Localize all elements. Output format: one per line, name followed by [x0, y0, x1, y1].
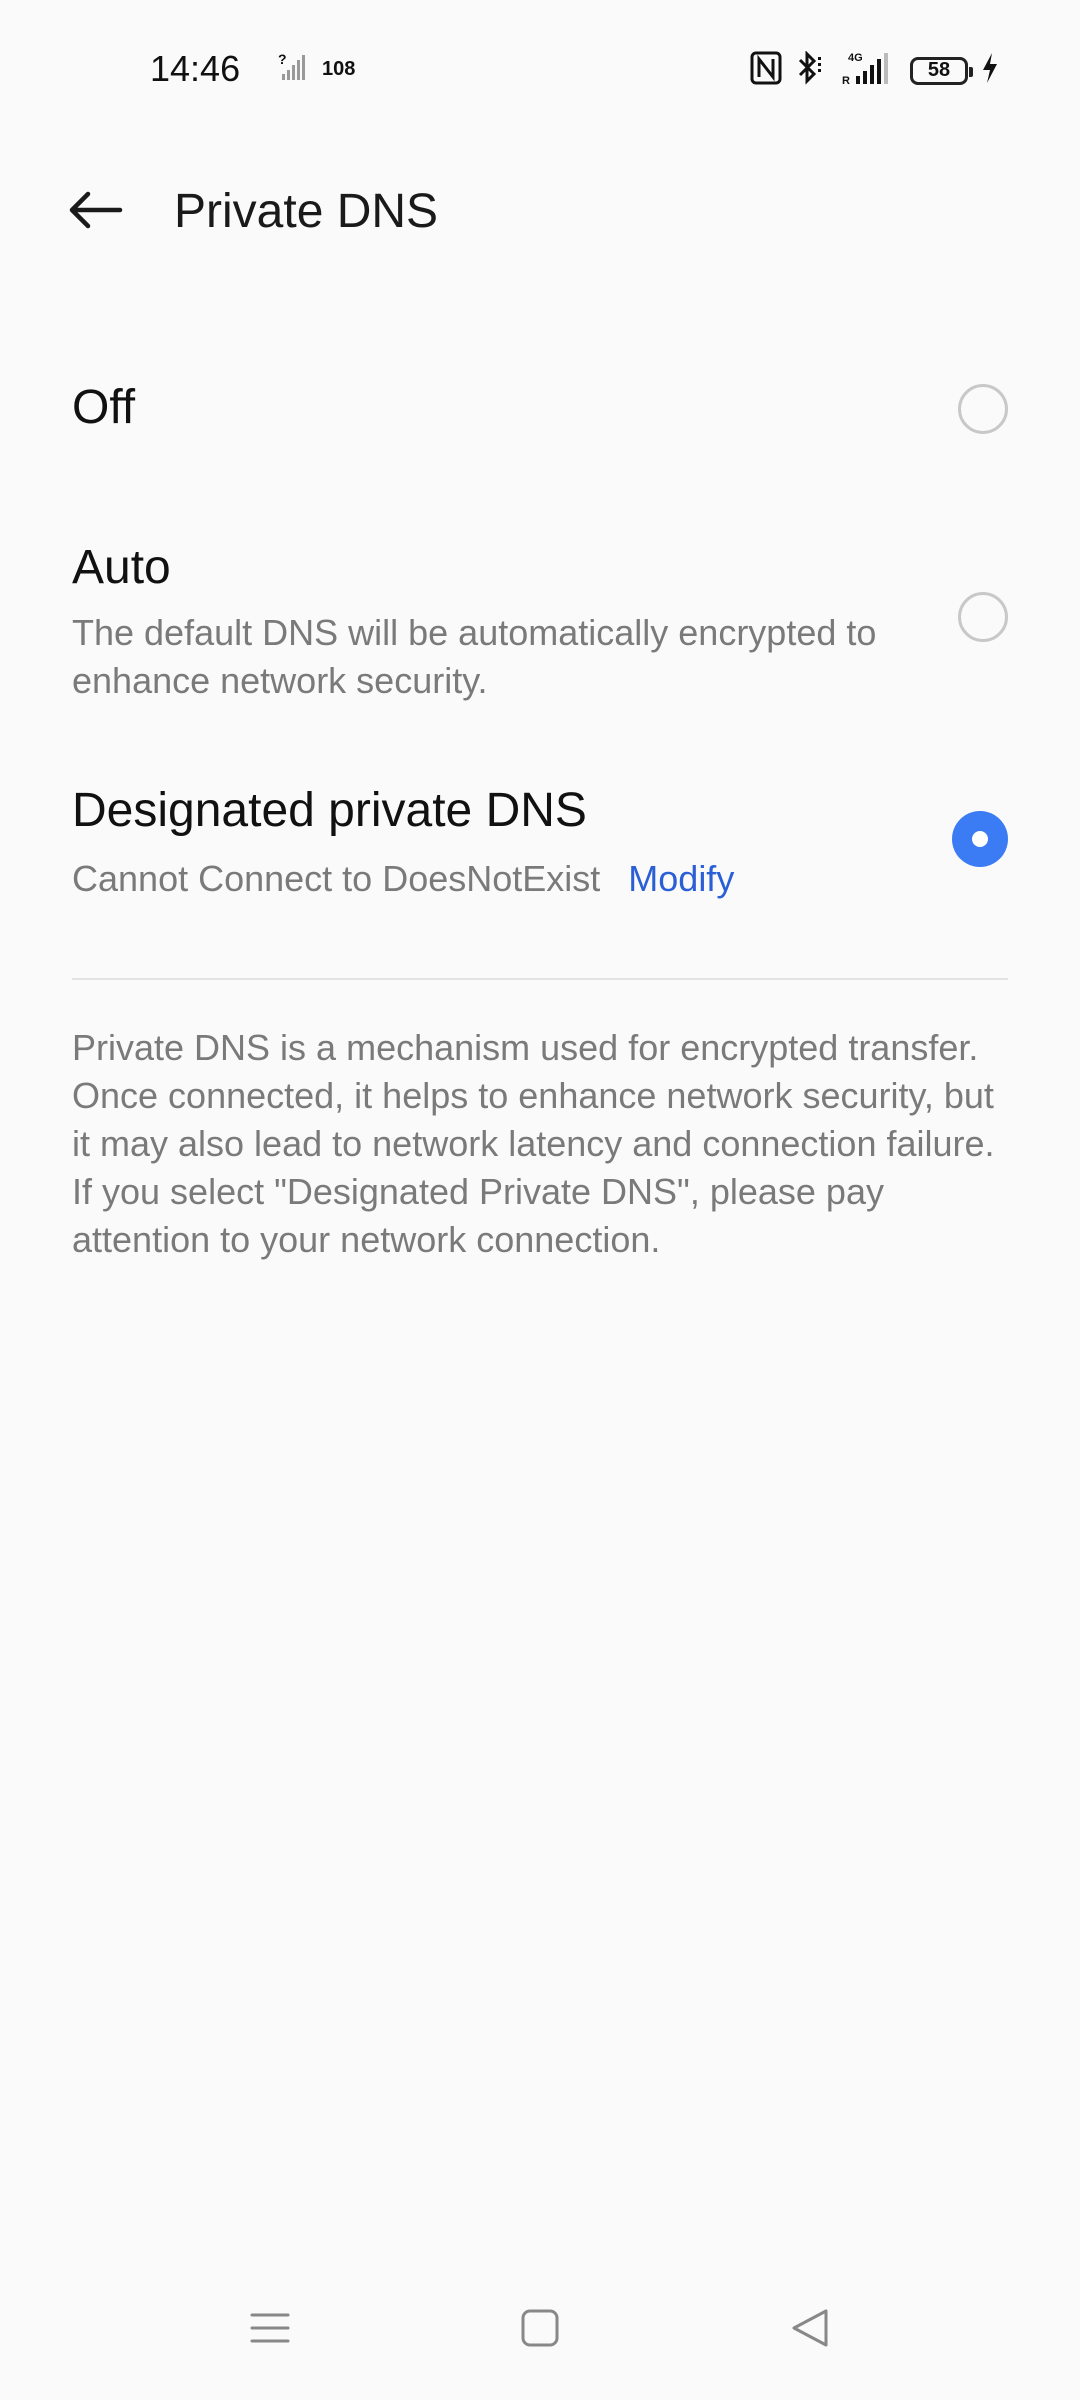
- status-left-icons: ? 108: [278, 51, 356, 87]
- status-right-icons: 4G R 58: [750, 50, 1000, 91]
- option-auto-title: Auto: [72, 541, 171, 594]
- designated-status-text: Cannot Connect to DoesNotExist: [72, 858, 601, 899]
- svg-text:R: R: [842, 75, 850, 86]
- option-auto-description: The default DNS will be automatically en…: [72, 612, 877, 701]
- nfc-icon: [750, 51, 782, 90]
- option-auto[interactable]: Auto The default DNS will be automatical…: [72, 540, 1008, 705]
- status-bar: 14:46 ? 108 4G R 58: [0, 0, 1080, 140]
- net-speed: 108: [322, 58, 356, 80]
- info-text: Private DNS is a mechanism used for encr…: [72, 1027, 995, 1260]
- radio-off[interactable]: [958, 384, 1008, 434]
- status-time: 14:46: [150, 48, 241, 89]
- menu-icon: [250, 2308, 290, 2353]
- radio-designated[interactable]: [952, 811, 1008, 867]
- nav-home-button[interactable]: [510, 2300, 570, 2360]
- designated-status-line: Cannot Connect to DoesNotExist Modify: [72, 858, 1008, 900]
- modify-link[interactable]: Modify: [628, 858, 734, 900]
- option-off[interactable]: Off: [72, 380, 1008, 435]
- nav-back-button[interactable]: [780, 2300, 840, 2360]
- option-designated[interactable]: Designated private DNS Cannot Connect to…: [72, 783, 1008, 900]
- navigation-bar: [0, 2260, 1080, 2400]
- unknown-signal-icon: ?: [278, 51, 308, 87]
- back-arrow-icon: [66, 190, 124, 235]
- back-icon: [790, 2308, 830, 2353]
- nav-menu-button[interactable]: [240, 2300, 300, 2360]
- divider: [72, 978, 1008, 980]
- bluetooth-icon: [794, 50, 830, 90]
- battery-icon: 58: [910, 56, 973, 85]
- charging-icon: [980, 51, 1000, 90]
- page-title: Private DNS: [174, 185, 439, 238]
- radio-auto[interactable]: [958, 592, 1008, 642]
- back-button[interactable]: [60, 182, 130, 242]
- option-off-title: Off: [72, 381, 136, 434]
- 4g-signal-icon: 4G R: [842, 50, 898, 91]
- svg-text:4G: 4G: [848, 52, 863, 64]
- svg-text:?: ?: [278, 52, 287, 67]
- app-header: Private DNS: [0, 170, 1080, 250]
- home-icon: [520, 2308, 560, 2353]
- option-designated-title: Designated private DNS: [72, 784, 587, 837]
